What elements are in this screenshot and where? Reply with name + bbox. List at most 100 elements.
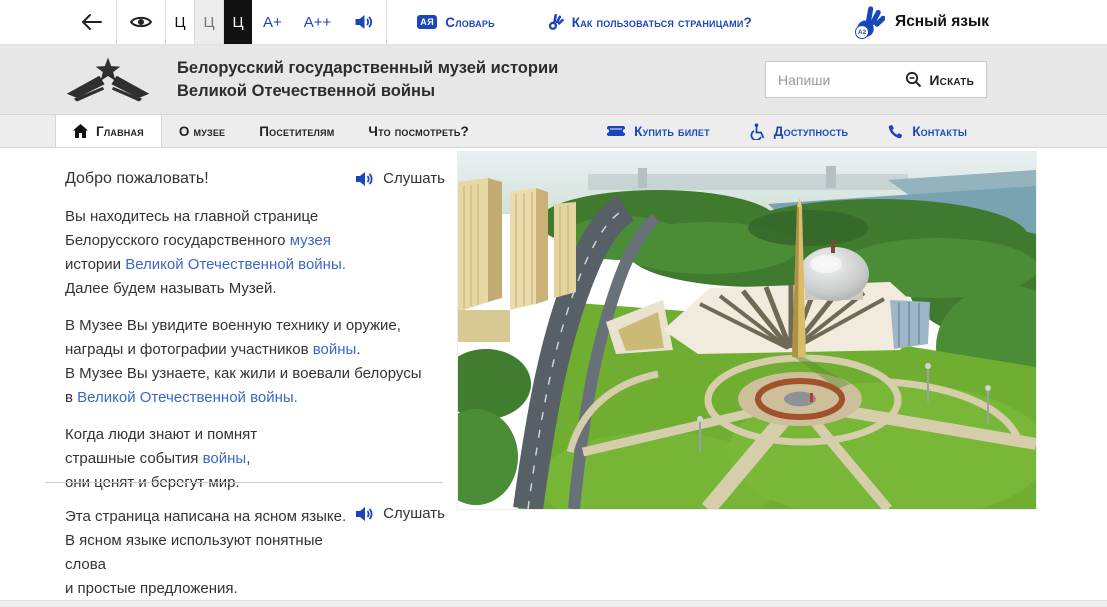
dictionary-label: Словарь — [445, 15, 495, 30]
main-content: Добро пожаловать! Слушать Вы находитесь … — [0, 148, 1107, 600]
help-label: Как пользоваться страницами? — [572, 15, 752, 30]
wheelchair-icon — [750, 123, 765, 140]
nav-item-about[interactable]: О музее — [162, 115, 242, 147]
search-box: Искать — [765, 61, 987, 98]
inline-link[interactable]: Великой Отечественной войны. — [125, 256, 346, 273]
nav-item-what-to-see[interactable]: Что посмотреть? — [351, 115, 486, 147]
nav-home-label: Главная — [96, 124, 144, 139]
inline-link[interactable]: Великой Отечественной войны. — [77, 389, 298, 406]
speaker-icon — [354, 14, 374, 30]
back-button[interactable] — [68, 0, 116, 44]
text-segment: награды и фотографии участников — [65, 341, 313, 358]
text-line: они ценят и берегут мир. — [65, 471, 445, 495]
visual-mode-button[interactable] — [117, 0, 165, 44]
back-arrow-icon — [80, 12, 104, 32]
contacts-label: Контакты — [912, 124, 967, 139]
read-aloud-button[interactable] — [342, 0, 386, 44]
site-header: Белорусский государственный музей истори… — [0, 45, 1107, 115]
text-line: страшные события войны, — [65, 447, 445, 471]
search-button[interactable]: Искать — [905, 71, 974, 88]
text-line: Вы находитесь на главной странице — [65, 205, 445, 229]
help-link[interactable]: Как пользоваться страницами? — [531, 0, 768, 44]
listen-button-welcome[interactable]: Слушать — [355, 170, 445, 187]
accessibility-label: Доступность — [774, 124, 848, 139]
inline-link[interactable]: войны — [203, 450, 247, 467]
speaker-icon — [355, 171, 374, 187]
nav-what-to-see-label: Что посмотреть? — [368, 124, 469, 139]
footer-edge — [0, 600, 1107, 607]
text-segment: истории — [65, 256, 125, 273]
text-line: истории Великой Отечественной войны. — [65, 253, 445, 277]
text-line: Далее будем называть Музей. — [65, 277, 445, 301]
text-segment: Белорусского государственного — [65, 232, 290, 249]
clear-language-badge: А2 — [855, 25, 869, 39]
museum-aerial-photo — [458, 152, 1036, 509]
nav-about-label: О музее — [179, 124, 225, 139]
site-title: Белорусский государственный музей истори… — [177, 57, 558, 103]
search-button-label: Искать — [929, 72, 974, 88]
museum-info-paragraph: В Музее Вы увидите военную технику и ору… — [65, 314, 445, 410]
home-icon — [73, 124, 88, 138]
search-input[interactable] — [778, 72, 905, 88]
inline-link[interactable]: войны — [313, 341, 357, 358]
dictionary-link[interactable]: АЯ Словарь — [401, 0, 510, 44]
text-line: В Музее Вы увидите военную технику и ору… — [65, 314, 445, 338]
ticket-icon — [607, 125, 625, 137]
toolbar-separator — [386, 0, 387, 44]
buy-ticket-label: Купить билет — [634, 124, 710, 139]
text-column: Добро пожаловать! Слушать Вы находитесь … — [65, 170, 445, 495]
text-segment: В Музее Вы узнаете, как жили и воевали б… — [65, 365, 422, 382]
text-line: награды и фотографии участников войны. — [65, 338, 445, 362]
contrast-gray-button[interactable]: Ц — [194, 0, 223, 44]
text-line: и простые предложения. — [65, 577, 355, 601]
site-title-line1: Белорусский государственный музей истори… — [177, 57, 558, 80]
memory-paragraph: Когда люди знают и помнят страшные событи… — [65, 423, 445, 495]
contrast-black-button[interactable]: Ц — [223, 0, 252, 44]
accessibility-toolbar: Ц Ц Ц A+ A++ АЯ Словарь Как пользоваться… — [0, 0, 1107, 45]
accessibility-link[interactable]: Доступность — [730, 115, 868, 147]
main-nav: Главная О музее Посетителям Что посмотре… — [0, 115, 1107, 148]
welcome-heading: Добро пожаловать! — [65, 170, 209, 188]
site-title-line2: Великой Отечественной войны — [177, 80, 558, 103]
section-divider — [45, 482, 443, 483]
buy-ticket-link[interactable]: Купить билет — [587, 115, 730, 147]
text-segment: , — [246, 450, 250, 467]
text-segment: В ясном языке используют понятные слова — [65, 532, 323, 573]
nav-actions: Купить билет Доступность Контакты — [587, 115, 987, 147]
text-line: В Музее Вы узнаете, как жили и воевали б… — [65, 362, 445, 386]
clear-language-logo-icon: А2 — [855, 5, 885, 39]
contrast-white-button[interactable]: Ц — [165, 0, 194, 44]
text-segment: страшные события — [65, 450, 203, 467]
contacts-link[interactable]: Контакты — [868, 115, 987, 147]
listen-button-clear-language[interactable]: Слушать — [355, 505, 445, 522]
text-segment: в — [65, 389, 77, 406]
text-segment: . — [356, 341, 360, 358]
font-size-plus-button[interactable]: A+ — [252, 0, 293, 44]
museum-star-logo — [65, 54, 151, 106]
text-line: в Великой Отечественной войны. — [65, 386, 445, 410]
text-segment: Эта страница написана на ясном языке. — [65, 508, 346, 525]
text-line: Когда люди знают и помнят — [65, 423, 445, 447]
speaker-icon — [355, 506, 374, 522]
listen-label: Слушать — [383, 505, 445, 522]
nav-item-home[interactable]: Главная — [55, 115, 162, 147]
dictionary-ay-icon: АЯ — [417, 15, 437, 29]
text-segment: Вы находитесь на главной странице — [65, 208, 318, 225]
intro-paragraph: Вы находитесь на главной странице Белорус… — [65, 205, 445, 301]
text-segment: и простые предложения. — [65, 580, 238, 597]
text-segment: Когда люди знают и помнят — [65, 426, 257, 443]
clear-language-section: Эта страница написана на ясном языке. В я… — [65, 505, 445, 607]
clear-language-label: Ясный язык — [895, 13, 989, 31]
font-size-plus-plus-button[interactable]: A++ — [293, 0, 343, 44]
text-line: Белорусского государственного музея — [65, 229, 445, 253]
clear-language-brand: А2 Ясный язык — [855, 0, 989, 44]
text-segment: Далее будем называть Музей. — [65, 280, 277, 297]
search-icon — [905, 71, 922, 88]
eye-icon — [129, 14, 153, 30]
listen-label: Слушать — [383, 170, 445, 187]
nav-item-visitors[interactable]: Посетителям — [242, 115, 351, 147]
clear-language-paragraph: Эта страница написана на ясном языке. В я… — [65, 505, 355, 607]
text-line: Эта страница написана на ясном языке. — [65, 505, 355, 529]
phone-icon — [888, 124, 903, 139]
inline-link[interactable]: музея — [290, 232, 331, 249]
